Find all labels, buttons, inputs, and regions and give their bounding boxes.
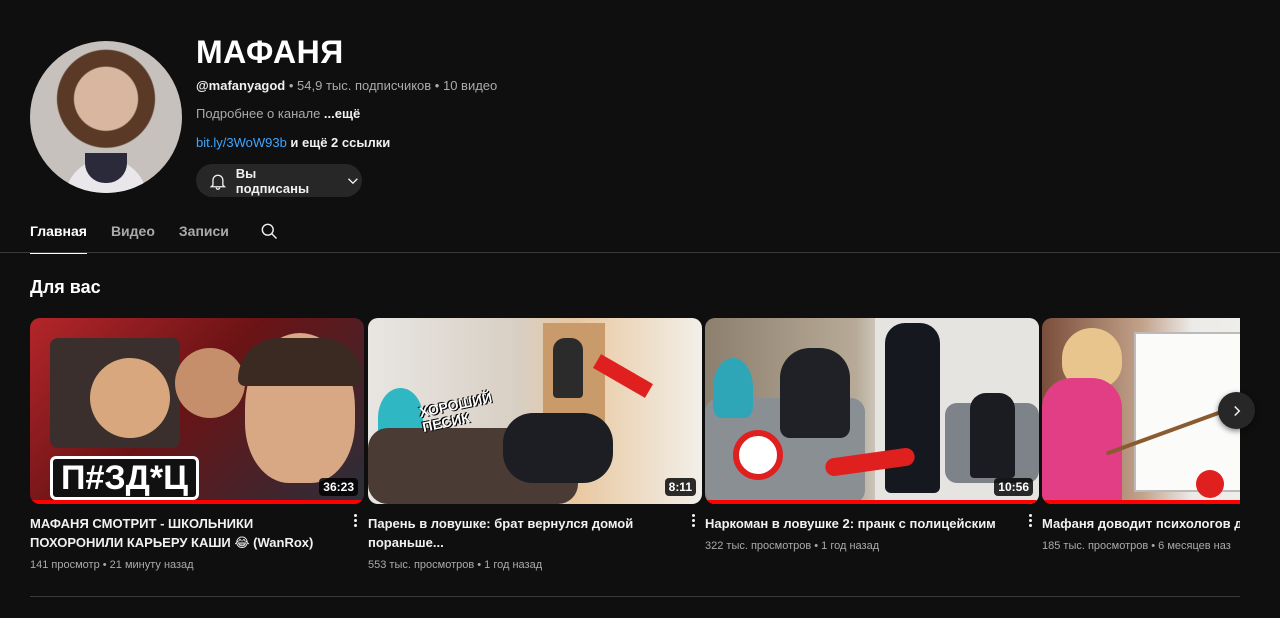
video-card[interactable]: П#ЗД*Ц 36:23 МАФАНЯ СМОТРИТ - ШКОЛЬНИКИ … <box>30 318 364 571</box>
tab-videos[interactable]: Видео <box>111 210 155 253</box>
chevron-right-icon <box>1233 405 1240 416</box>
thumb-hair <box>238 338 362 386</box>
thumb-person <box>713 358 753 418</box>
thumb-person <box>780 348 850 438</box>
thumb-face <box>90 358 170 438</box>
thumb-face <box>175 348 245 418</box>
more-vert-icon[interactable] <box>688 512 698 530</box>
video-card[interactable]: ХОРОШИЙ ПЕСИК 8:11 Парень в ловушке: бра… <box>368 318 702 571</box>
subscribed-label: Вы подписаны <box>235 165 310 196</box>
tabs-divider <box>0 252 1280 253</box>
subscribed-button[interactable]: Вы подписаны <box>196 164 362 197</box>
video-meta: 553 тыс. просмотров • 1 год назад <box>368 559 543 571</box>
video-meta: 185 тыс. просмотров • 6 месяцев наз <box>1042 540 1231 552</box>
video-thumbnail[interactable]: 10:56 <box>705 318 1039 504</box>
video-meta: 141 просмотр • 21 минуту назад <box>30 559 194 571</box>
video-duration: 8:11 <box>664 478 696 496</box>
video-title[interactable]: Наркоман в ловушке 2: пранк с полицейски… <box>705 514 1015 533</box>
channel-handle: @mafanyagod <box>196 78 286 93</box>
channel-link[interactable]: bit.ly/3WoW93b <box>196 135 287 150</box>
more-vert-icon[interactable] <box>1025 512 1035 530</box>
channel-avatar <box>30 41 182 193</box>
video-duration: 36:23 <box>319 478 358 496</box>
video-thumbnail[interactable] <box>1042 318 1240 504</box>
video-card[interactable]: 10:56 Наркоман в ловушке 2: пранк с поли… <box>705 318 1039 552</box>
thumb-person <box>553 338 583 398</box>
thumb-person <box>1042 378 1122 504</box>
video-title[interactable]: Парень в ловушке: брат вернулся домой по… <box>368 514 678 552</box>
channel-about-text: Подробнее о канале <box>196 106 324 121</box>
section-divider <box>30 596 1240 597</box>
video-duration: 10:56 <box>994 478 1033 496</box>
channel-tabs: Главная Видео Записи <box>30 210 279 254</box>
channel-meta: @mafanyagod • 54,9 тыс. подписчиков • 10… <box>196 78 497 93</box>
video-title[interactable]: МАФАНЯ СМОТРИТ - ШКОЛЬНИКИ ПОХОРОНИЛИ КА… <box>30 514 340 552</box>
thumb-person <box>503 413 613 483</box>
channel-name: МАФАНЯ <box>196 34 344 70</box>
video-meta: 322 тыс. просмотров • 1 год назад <box>705 540 880 552</box>
video-thumbnail[interactable]: П#ЗД*Ц 36:23 <box>30 318 364 504</box>
channel-stats: • 54,9 тыс. подписчиков • 10 видео <box>285 78 498 93</box>
watch-progress <box>1042 500 1240 504</box>
bell-icon <box>209 174 227 190</box>
channel-about-more[interactable]: ...ещё <box>324 106 360 121</box>
video-card[interactable]: Мафаня доводит психологов до 185 тыс. пр… <box>1042 318 1240 552</box>
chevron-down-icon <box>348 177 359 184</box>
shelf-next-button[interactable] <box>1218 392 1255 429</box>
video-thumbnail[interactable]: ХОРОШИЙ ПЕСИК 8:11 <box>368 318 702 504</box>
watch-progress <box>705 500 1039 504</box>
channel-about[interactable]: Подробнее о канале ...ещё <box>196 106 360 121</box>
channel-links-more[interactable]: и ещё 2 ссылки <box>287 135 390 150</box>
more-vert-icon[interactable] <box>350 512 360 530</box>
tab-home[interactable]: Главная <box>30 210 87 254</box>
watch-progress <box>30 500 364 504</box>
no-drugs-icon <box>733 430 783 480</box>
video-shelf: П#ЗД*Ц 36:23 МАФАНЯ СМОТРИТ - ШКОЛЬНИКИ … <box>30 318 1240 588</box>
thumb-person <box>970 393 1015 478</box>
video-title[interactable]: Мафаня доводит психологов до <box>1042 514 1240 533</box>
thumb-text: П#ЗД*Ц <box>50 456 199 500</box>
channel-links: bit.ly/3WoW93b и ещё 2 ссылки <box>196 135 390 150</box>
tab-posts[interactable]: Записи <box>179 210 229 253</box>
search-icon[interactable] <box>259 210 279 253</box>
section-title: Для вас <box>30 277 101 297</box>
call-end-icon <box>1196 470 1224 498</box>
